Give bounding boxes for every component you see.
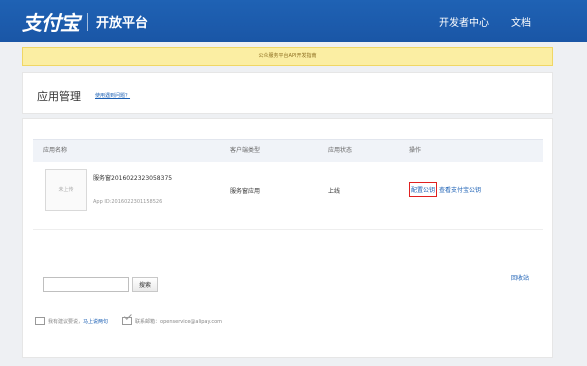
recycle-bin-link[interactable]: 回收站 — [511, 273, 529, 282]
footer: 我有建议要说， 马上说两句 联系邮箱：openservice@alipay.co… — [35, 317, 222, 325]
col-app-name: 应用名称 — [43, 147, 68, 154]
col-operations: 操作 — [409, 147, 422, 154]
feedback-text: 我有建议要说， — [48, 318, 84, 325]
search-button[interactable]: 搜索 — [132, 277, 158, 292]
col-status: 应用状态 — [328, 147, 353, 154]
table-row: 未上传 服务窗2016022323058375 App ID:201602230… — [33, 161, 543, 230]
platform-name: 开放平台 — [96, 16, 149, 31]
app-status: 上线 — [328, 188, 341, 195]
configure-public-key-link[interactable]: 配置公钥 — [409, 182, 438, 197]
logo[interactable]: 支付宝 开放平台 — [22, 7, 148, 36]
app-id: App ID:2016022301158526 — [93, 199, 163, 205]
page-title: 应用管理 — [37, 90, 81, 103]
page-header-panel: 应用管理 使用遇到问题？ — [22, 72, 553, 114]
top-header: 支付宝 开放平台 开发者中心 文档 — [0, 0, 587, 42]
app-name: 服务窗2016022323058375 — [93, 175, 173, 182]
help-link[interactable]: 使用遇到问题？ — [95, 92, 130, 99]
logo-text: 支付宝 — [22, 11, 80, 35]
table-header: 应用名称 客户端类型 应用状态 操作 — [33, 139, 543, 162]
search-input[interactable] — [43, 277, 129, 292]
client-type: 服务窗应用 — [230, 188, 261, 195]
notice-banner[interactable]: 公众服务平台API开发指南 — [22, 47, 553, 66]
feedback-link[interactable]: 马上说两句 — [83, 318, 108, 325]
top-nav: 开发者中心 文档 — [439, 14, 531, 29]
mail-icon — [122, 317, 133, 325]
app-list-panel: 应用名称 客户端类型 应用状态 操作 未上传 服务窗20160223230583… — [22, 118, 553, 358]
app-thumbnail[interactable]: 未上传 — [45, 169, 87, 211]
nav-docs[interactable]: 文档 — [511, 14, 531, 29]
nav-developer-center[interactable]: 开发者中心 — [439, 14, 489, 29]
feedback-icon — [35, 317, 45, 325]
view-alipay-public-key-link[interactable]: 查看支付宝公钥 — [439, 185, 481, 194]
col-client-type: 客户端类型 — [230, 147, 261, 154]
logo-divider — [87, 12, 88, 31]
contact-email: 联系邮箱：openservice@alipay.com — [135, 318, 223, 325]
